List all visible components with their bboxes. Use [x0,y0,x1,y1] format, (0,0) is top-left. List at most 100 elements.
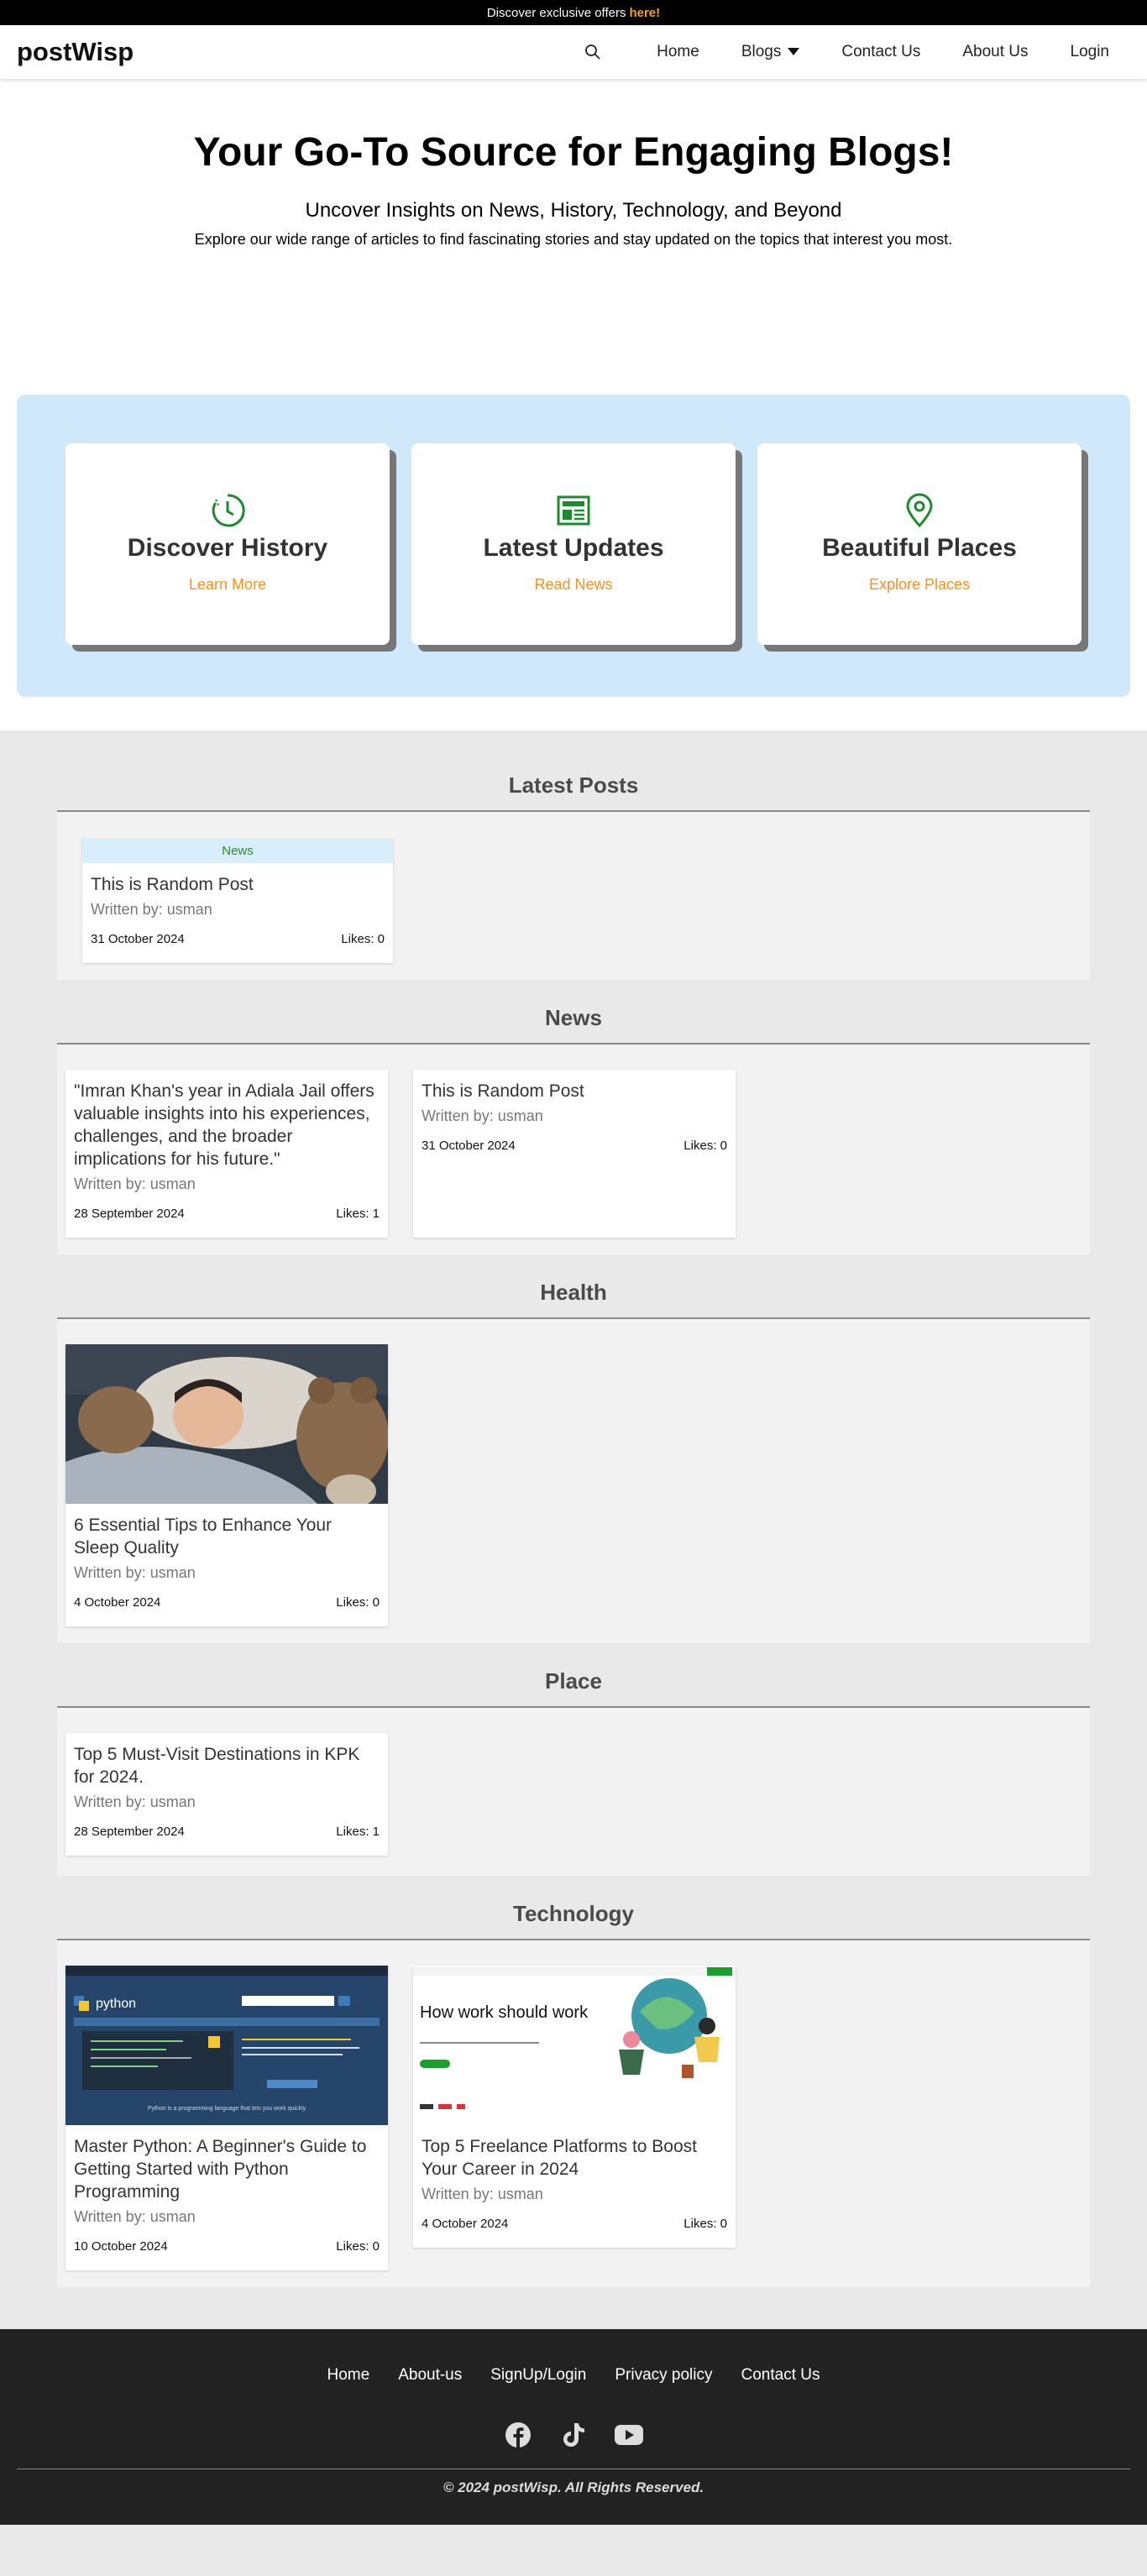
section-title: Technology [57,1901,1090,1940]
search-icon[interactable] [582,41,604,63]
post-likes: Likes: 1 [336,1207,380,1221]
feature-title: Latest Updates [483,534,664,562]
post-date: 31 October 2024 [91,932,185,946]
post-title[interactable]: This is Random Post [91,873,385,896]
section-health: Health 6 Essential Tips to Enhance Your … [57,1280,1090,1643]
site-footer: Home About-us SignUp/Login Privacy polic… [0,2329,1147,2525]
post-card[interactable]: 6 Essential Tips to Enhance Your Sleep Q… [65,1344,388,1626]
footer-link-about[interactable]: About-us [398,2366,462,2385]
post-likes: Likes: 0 [336,2239,380,2254]
youtube-icon[interactable] [614,2420,644,2450]
feature-card-places[interactable]: Beautiful Places Explore Places [757,443,1082,645]
freelance-heading: How work should work [420,2003,589,2022]
post-card[interactable]: How work should work Top 5 Freelance Pla [413,1966,736,2248]
section-body: 6 Essential Tips to Enhance Your Sleep Q… [57,1319,1090,1643]
post-meta: 31 October 2024 Likes: 0 [422,1139,727,1153]
post-author: Written by: usman [91,901,212,918]
caret-down-icon [788,48,800,55]
post-meta: 10 October 2024 Likes: 0 [74,2239,380,2254]
feature-link[interactable]: Learn More [189,576,266,594]
feature-link[interactable]: Read News [534,576,612,594]
section-body: python Python is a programming language … [57,1940,1090,2287]
post-title[interactable]: Top 5 Must-Visit Destinations in KPK for… [74,1743,380,1788]
section-title: Health [57,1280,1090,1319]
nav-about[interactable]: About Us [962,43,1028,61]
post-likes: Likes: 0 [683,1139,727,1153]
blog-sections: Latest Posts News This is Random Post Wr… [0,730,1147,2329]
copyright-text: © 2024 postWisp. All Rights Reserved. [443,2479,704,2495]
social-links [0,2420,1147,2450]
feature-title: Discover History [127,534,328,562]
post-likes: Likes: 1 [336,1825,380,1839]
post-author: Written by: usman [74,1175,196,1192]
nav-menu: Home Blogs Contact Us About Us Login [582,41,1130,63]
section-title: Latest Posts [57,772,1090,812]
post-card[interactable]: "Imran Khan's year in Adiala Jail offers… [65,1070,388,1238]
post-meta: 31 October 2024 Likes: 0 [91,932,385,946]
post-author: Written by: usman [422,2186,543,2202]
post-thumbnail-python[interactable]: python Python is a programming language … [65,1966,388,2125]
section-technology: Technology python Python is a programmin… [57,1901,1090,2287]
post-date: 4 October 2024 [422,2217,509,2231]
post-meta: 4 October 2024 Likes: 0 [422,2217,727,2231]
feature-link[interactable]: Explore Places [869,576,970,594]
nav-blogs-label: Blogs [741,43,782,60]
history-clock-icon [212,494,245,527]
map-pin-icon [906,493,933,528]
post-likes: Likes: 0 [336,1595,380,1610]
tiktok-icon[interactable] [558,2420,589,2450]
nav-home[interactable]: Home [657,43,699,61]
promo-text: Discover exclusive offers [486,5,626,20]
hero-description: Explore our wide range of articles to fi… [194,231,953,248]
site-logo[interactable]: postWisp [17,37,134,67]
section-title: News [57,1005,1090,1045]
features-panel: Discover History Learn More Latest Updat… [17,395,1130,697]
section-body: Top 5 Must-Visit Destinations in KPK for… [57,1708,1090,1876]
post-thumbnail-sleep[interactable] [65,1344,388,1504]
section-place: Place Top 5 Must-Visit Destinations in K… [57,1668,1090,1876]
post-author: Written by: usman [422,1107,543,1124]
nav-contact[interactable]: Contact Us [841,43,920,61]
post-card[interactable]: python Python is a programming language … [65,1966,388,2270]
facebook-icon[interactable] [503,2420,533,2450]
features-wrapper: Discover History Learn More Latest Updat… [0,395,1147,730]
feature-card-updates[interactable]: Latest Updates Read News [411,443,736,645]
footer-link-privacy[interactable]: Privacy policy [615,2366,712,2385]
post-likes: Likes: 0 [683,2217,727,2231]
post-thumbnail-freelance[interactable]: How work should work [413,1966,736,2125]
footer-link-signup[interactable]: SignUp/Login [490,2366,586,2385]
post-date: 10 October 2024 [74,2239,168,2254]
promo-link[interactable]: here! [629,6,660,20]
post-date: 28 September 2024 [74,1825,185,1839]
post-author: Written by: usman [74,1793,196,1810]
footer-link-contact[interactable]: Contact Us [741,2366,820,2385]
newspaper-icon [557,495,590,526]
post-date: 28 September 2024 [74,1207,185,1221]
navbar: postWisp Home Blogs Contact Us About Us … [0,25,1147,79]
post-title[interactable]: 6 Essential Tips to Enhance Your Sleep Q… [74,1514,380,1559]
python-tagline: Python is a programming language that le… [148,2106,306,2112]
hero-subtitle: Uncover Insights on News, History, Techn… [305,199,842,222]
post-title[interactable]: Master Python: A Beginner's Guide to Get… [74,2135,380,2203]
post-title[interactable]: Top 5 Freelance Platforms to Boost Your … [422,2135,727,2181]
feature-card-history[interactable]: Discover History Learn More [65,443,390,645]
post-title[interactable]: "Imran Khan's year in Adiala Jail offers… [74,1080,380,1170]
post-card[interactable]: This is Random Post Written by: usman 31… [413,1070,736,1238]
nav-login[interactable]: Login [1071,43,1110,61]
section-title: Place [57,1668,1090,1708]
section-body: "Imran Khan's year in Adiala Jail offers… [57,1045,1090,1254]
feature-title: Beautiful Places [822,534,1017,562]
post-meta: 4 October 2024 Likes: 0 [74,1595,380,1610]
post-date: 4 October 2024 [74,1595,161,1610]
nav-blogs-dropdown[interactable]: Blogs [741,43,800,61]
section-latest-posts: Latest Posts News This is Random Post Wr… [57,772,1090,980]
footer-link-home[interactable]: Home [327,2366,370,2385]
post-card[interactable]: Top 5 Must-Visit Destinations in KPK for… [65,1733,388,1856]
promo-bar: Discover exclusive offers here! [0,0,1147,25]
post-meta: 28 September 2024 Likes: 1 [74,1207,380,1221]
post-likes: Likes: 0 [341,932,385,946]
post-title[interactable]: This is Random Post [422,1080,727,1102]
post-card[interactable]: News This is Random Post Written by: usm… [82,839,393,963]
hero-section: Your Go-To Source for Engaging Blogs! Un… [0,79,1147,395]
python-logo-text: python [96,1997,136,2011]
